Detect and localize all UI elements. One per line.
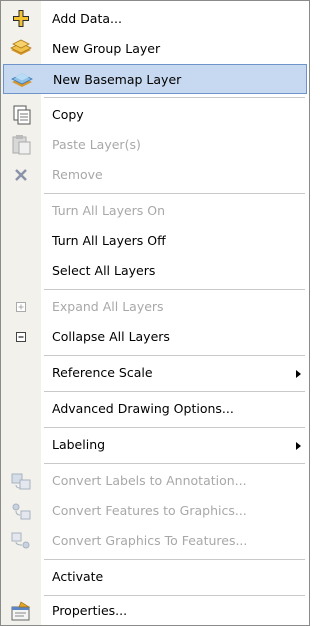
menu-item-label: Activate xyxy=(52,569,104,584)
menu-item-label: Select All Layers xyxy=(52,263,156,278)
menu-item-label: Reference Scale xyxy=(52,365,153,380)
features-to-graphics-icon xyxy=(7,499,35,523)
separator xyxy=(44,355,305,356)
menu-item-label: Turn All Layers On xyxy=(52,203,166,218)
basemap-layer-icon xyxy=(8,68,36,92)
menu-item-label: Paste Layer(s) xyxy=(52,137,141,152)
menu-item-reference-scale[interactable]: Reference Scale xyxy=(3,358,307,388)
menu-item-convert-labels-to-annotation: Convert Labels to Annotation... xyxy=(3,466,307,496)
menu-item-turn-all-layers-on: Turn All Layers On xyxy=(3,196,307,226)
menu-item-label: Collapse All Layers xyxy=(52,329,170,344)
menu-item-add-data[interactable]: Add Data... xyxy=(3,4,307,34)
menu-item-expand-all-layers: Expand All Layers xyxy=(3,292,307,322)
menu-item-label: Remove xyxy=(52,167,103,182)
menu-item-turn-all-layers-off[interactable]: Turn All Layers Off xyxy=(3,226,307,256)
menu-item-label: Properties... xyxy=(52,603,128,618)
separator xyxy=(44,391,305,392)
menu-item-paste-layers: Paste Layer(s) xyxy=(3,130,307,160)
menu-item-new-group-layer[interactable]: New Group Layer xyxy=(3,34,307,64)
menu-item-labeling[interactable]: Labeling xyxy=(3,430,307,460)
menu-item-label: Add Data... xyxy=(52,11,122,26)
group-layer-icon xyxy=(7,37,35,61)
separator xyxy=(44,427,305,428)
menu-item-label: Expand All Layers xyxy=(52,299,164,314)
menu-item-activate[interactable]: Activate xyxy=(3,562,307,592)
paste-icon xyxy=(7,133,35,157)
submenu-arrow-icon xyxy=(296,370,301,378)
menu-item-select-all-layers[interactable]: Select All Layers xyxy=(3,256,307,286)
expand-icon xyxy=(7,295,35,319)
menu-item-collapse-all-layers[interactable]: Collapse All Layers xyxy=(3,322,307,352)
separator xyxy=(44,289,305,290)
convert-labels-icon xyxy=(7,469,35,493)
menu-item-advanced-drawing-options[interactable]: Advanced Drawing Options... xyxy=(3,394,307,424)
menu-item-label: New Group Layer xyxy=(52,41,161,56)
properties-icon xyxy=(7,599,35,623)
menu-item-convert-graphics-to-features: Convert Graphics To Features... xyxy=(3,526,307,556)
menu-item-label: Turn All Layers Off xyxy=(52,233,166,248)
menu-item-label: Convert Graphics To Features... xyxy=(52,533,248,548)
menu-item-label: New Basemap Layer xyxy=(53,72,182,87)
menu-item-label: Advanced Drawing Options... xyxy=(52,401,234,416)
separator xyxy=(44,559,305,560)
separator xyxy=(44,97,305,98)
add-data-icon xyxy=(7,7,35,31)
separator xyxy=(44,463,305,464)
separator xyxy=(44,193,305,194)
copy-icon xyxy=(7,103,35,127)
remove-icon xyxy=(7,163,35,187)
menu-item-label: Copy xyxy=(52,107,84,122)
menu-item-label: Labeling xyxy=(52,437,106,452)
menu-item-remove: Remove xyxy=(3,160,307,190)
collapse-icon xyxy=(7,325,35,349)
layer-context-menu: Add Data... New Group Layer New Basemap … xyxy=(0,0,310,626)
menu-item-label: Convert Features to Graphics... xyxy=(52,503,247,518)
menu-item-copy[interactable]: Copy xyxy=(3,100,307,130)
menu-item-new-basemap-layer[interactable]: New Basemap Layer xyxy=(3,64,307,94)
menu-item-convert-features-to-graphics: Convert Features to Graphics... xyxy=(3,496,307,526)
graphics-to-features-icon xyxy=(7,529,35,553)
menu-item-properties[interactable]: Properties... xyxy=(3,596,307,626)
submenu-arrow-icon xyxy=(296,442,301,450)
menu-item-label: Convert Labels to Annotation... xyxy=(52,473,247,488)
